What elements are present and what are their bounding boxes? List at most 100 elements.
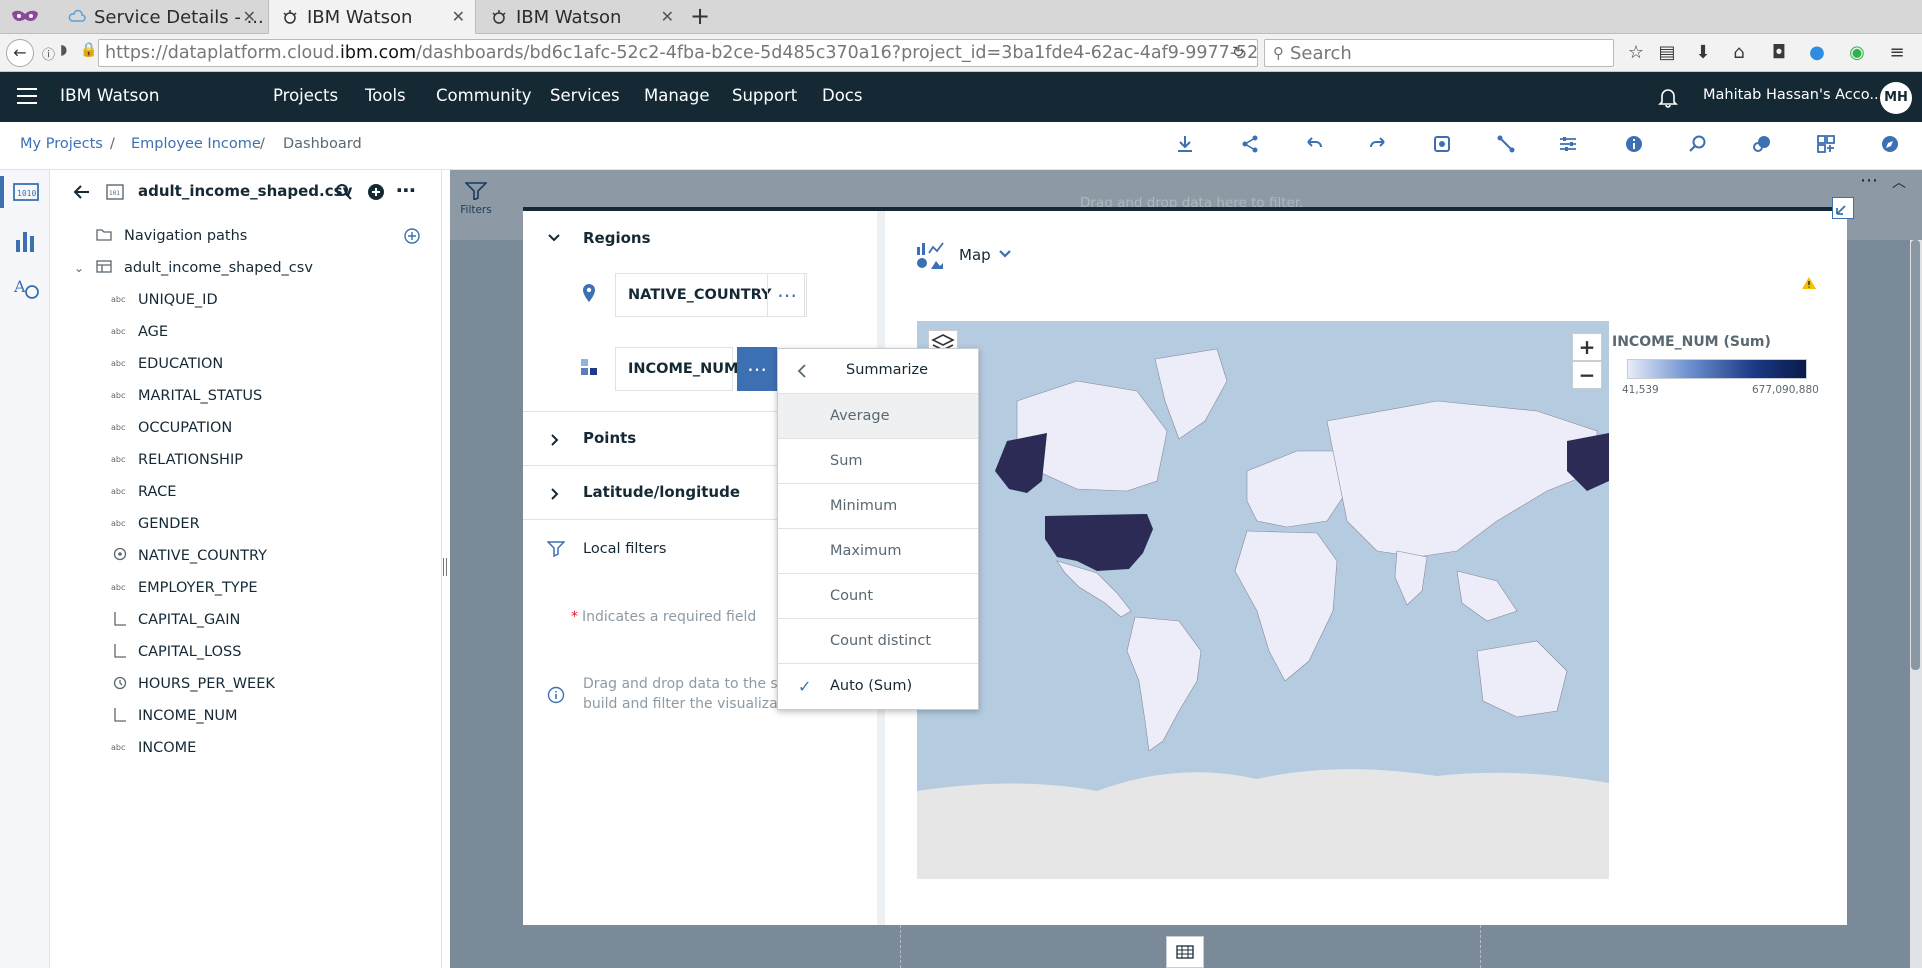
screenshot-icon[interactable] [1430, 134, 1454, 158]
browser-tab-ibm-watson[interactable]: IBM Watson ✕ [478, 0, 684, 34]
chevron-right-icon[interactable] [549, 433, 561, 447]
field-item[interactable]: abc EMPLOYER_TYPE [110, 572, 410, 604]
navigation-paths-item[interactable]: Navigation paths [96, 220, 436, 252]
redo-icon[interactable] [1366, 134, 1390, 158]
browser-tab-service-details[interactable]: Service Details - ... ✕ [56, 0, 266, 34]
browser-search-input[interactable]: ⚲ Search [1264, 39, 1614, 67]
regions-section-title[interactable]: Regions [583, 229, 651, 247]
back-arrow-icon[interactable] [72, 182, 92, 202]
new-tab-button[interactable]: + [690, 2, 710, 30]
search-fields-icon[interactable] [334, 182, 354, 202]
pocket-icon[interactable]: ◘ [1768, 42, 1790, 64]
close-tab-icon[interactable]: ✕ [243, 7, 256, 26]
extension-icon[interactable]: ● [1806, 42, 1828, 64]
summarize-option[interactable]: Average [778, 393, 978, 438]
color-slot-field[interactable]: INCOME_NUM [615, 347, 738, 391]
home-icon[interactable]: ⌂ [1728, 42, 1750, 64]
filters-button[interactable]: Filters [460, 182, 492, 224]
chevron-right-icon[interactable] [549, 487, 561, 501]
local-filters-label[interactable]: Local filters [583, 541, 666, 557]
field-item[interactable]: abc RACE [110, 476, 410, 508]
data-table-button[interactable] [1166, 936, 1204, 968]
visualizations-icon[interactable] [12, 226, 40, 254]
scrollbar-thumb[interactable] [1911, 240, 1920, 670]
widgets-icon[interactable]: A [12, 274, 40, 302]
summarize-option[interactable]: Maximum [778, 528, 978, 573]
avatar[interactable]: MH [1880, 82, 1912, 114]
summarize-option[interactable]: Count [778, 573, 978, 618]
menu-tools[interactable]: Tools [365, 86, 406, 105]
field-item[interactable]: abc UNIQUE_ID [110, 284, 410, 316]
reading-list-icon[interactable]: ▤ [1656, 42, 1678, 64]
summarize-option[interactable]: Sum [778, 438, 978, 483]
bookmark-star-icon[interactable]: ☆ [1625, 42, 1647, 64]
summarize-option[interactable]: Minimum [778, 483, 978, 528]
hamburger-menu-icon[interactable] [16, 86, 38, 106]
collapse-chevron-icon[interactable]: ︿ [1892, 172, 1906, 192]
chevron-down-icon[interactable] [547, 231, 561, 245]
search-history-icon[interactable] [1686, 134, 1710, 158]
info-icon[interactable]: ⓘ [42, 44, 55, 63]
splitter-grip-icon[interactable] [443, 558, 447, 576]
latlong-section-title[interactable]: Latitude/longitude [583, 483, 740, 501]
brand-title[interactable]: IBM Watson [60, 86, 160, 106]
connect-icon[interactable] [1494, 134, 1518, 158]
breadcrumb-my-projects[interactable]: My Projects [20, 136, 103, 152]
address-bar[interactable]: https://dataplatform.cloud. ibm.com/dashb… [98, 39, 1258, 67]
add-navigation-path-icon[interactable] [404, 228, 420, 244]
account-name[interactable]: Mahitab Hassan's Acco... [1703, 87, 1883, 103]
assistant-icon[interactable] [1750, 134, 1774, 158]
field-item[interactable]: abc MARITAL_STATUS [110, 380, 410, 412]
chevron-left-icon[interactable] [796, 363, 808, 379]
field-item[interactable]: NATIVE_COUNTRY [110, 540, 410, 572]
grid-layout-icon[interactable] [1814, 134, 1838, 158]
field-item[interactable]: abc RELATIONSHIP [110, 444, 410, 476]
download-icon[interactable]: ⬇ [1692, 42, 1714, 64]
field-item[interactable]: abc AGE [110, 316, 410, 348]
field-item[interactable]: HOURS_PER_WEEK [110, 668, 410, 700]
close-tab-icon[interactable]: ✕ [452, 7, 465, 26]
color-slot-more-button[interactable]: ⋯ [737, 347, 777, 391]
settings-sliders-icon[interactable] [1556, 134, 1580, 158]
menu-support[interactable]: Support [732, 86, 797, 105]
more-options-icon[interactable]: ⋯ [396, 178, 416, 202]
field-item[interactable]: abc EDUCATION [110, 348, 410, 380]
back-button[interactable]: ← [6, 39, 34, 67]
menu-projects[interactable]: Projects [273, 86, 338, 105]
menu-manage[interactable]: Manage [644, 86, 710, 105]
tracking-shield-icon[interactable]: ◗ [60, 42, 67, 58]
region-slot-more-button[interactable]: ⋯ [767, 273, 807, 317]
warning-icon[interactable] [1801, 276, 1817, 290]
zoom-in-button[interactable]: + [1572, 333, 1602, 361]
breadcrumb-employee-income[interactable]: Employee Income [131, 136, 261, 152]
compass-icon[interactable] [1878, 134, 1902, 158]
menu-docs[interactable]: Docs [822, 86, 862, 105]
add-source-icon[interactable] [366, 182, 386, 202]
world-map[interactable] [917, 321, 1609, 879]
points-section-title[interactable]: Points [583, 429, 636, 447]
data-sources-icon[interactable]: 1010 [12, 180, 40, 208]
menu-community[interactable]: Community [436, 86, 532, 105]
chevron-down-icon[interactable] [997, 247, 1013, 261]
field-item[interactable]: abc OCCUPATION [110, 412, 410, 444]
table-tree-node[interactable]: ⌄ adult_income_shaped_csv [74, 252, 414, 284]
field-item[interactable]: abc INCOME [110, 732, 410, 764]
undo-icon[interactable] [1302, 134, 1326, 158]
browser-menu-icon[interactable]: ≡ [1886, 42, 1908, 64]
field-item[interactable]: CAPITAL_LOSS [110, 636, 410, 668]
grammarly-icon[interactable]: ◉ [1846, 42, 1868, 64]
field-item[interactable]: INCOME_NUM [110, 700, 410, 732]
share-icon[interactable] [1238, 134, 1262, 158]
expand-widget-icon[interactable] [1832, 197, 1854, 219]
viz-type-icon[interactable] [915, 239, 947, 271]
canvas-more-icon[interactable]: ⋯ [1860, 170, 1878, 191]
summarize-option[interactable]: ✓ Auto (Sum) [778, 663, 978, 708]
menu-services[interactable]: Services [550, 86, 620, 105]
zoom-out-button[interactable]: − [1572, 361, 1602, 389]
close-tab-icon[interactable]: ✕ [661, 7, 674, 26]
field-item[interactable]: abc GENDER [110, 508, 410, 540]
reload-icon[interactable]: ↻ [1232, 43, 1245, 61]
info-icon[interactable] [1622, 134, 1646, 158]
browser-tab-ibm-watson-active[interactable]: IBM Watson ✕ [268, 0, 476, 34]
summarize-option[interactable]: Count distinct [778, 618, 978, 663]
